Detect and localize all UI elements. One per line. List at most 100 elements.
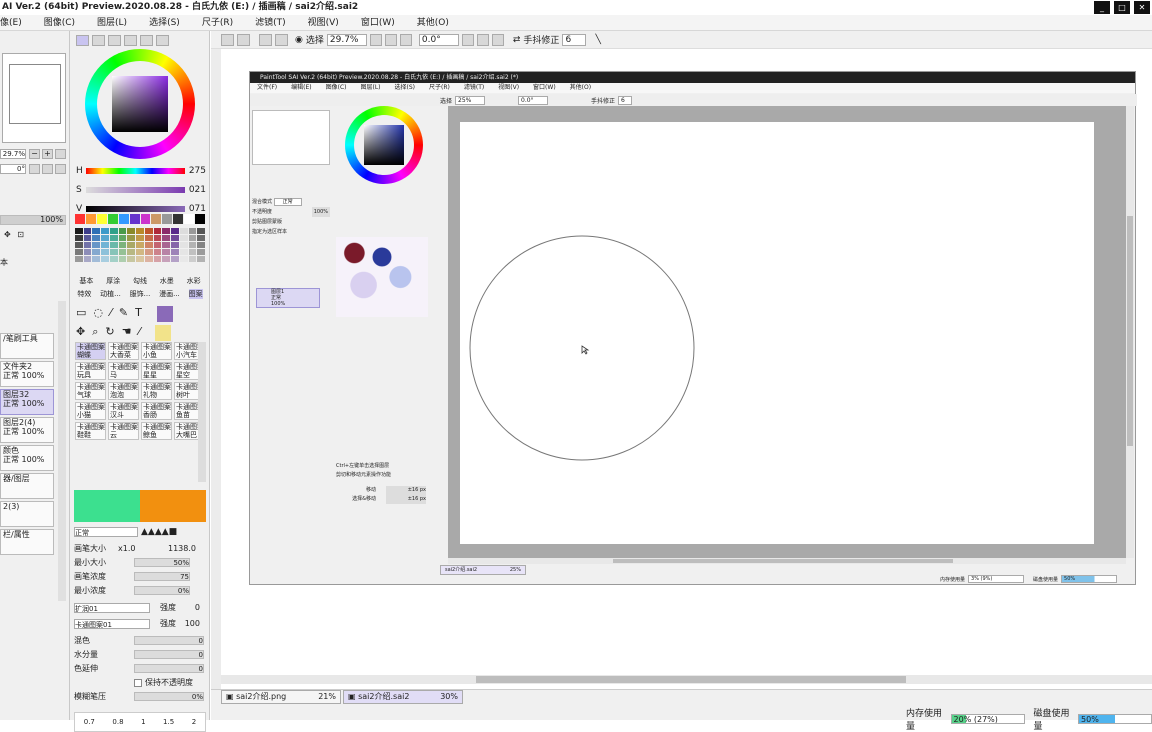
rect-select-icon[interactable]: ▭ <box>76 306 86 322</box>
inner-layer-item[interactable]: 图层1 正常 100% <box>256 288 320 308</box>
color-swatch[interactable] <box>140 214 151 224</box>
color-wheel[interactable] <box>85 49 195 159</box>
inner-document-tab[interactable]: sai2介绍.sai2 25% <box>440 565 526 575</box>
minimize-button[interactable]: _ <box>1094 1 1110 14</box>
maximize-button[interactable]: □ <box>1114 1 1130 14</box>
palette-swatch[interactable] <box>144 228 153 234</box>
inner-clip-label[interactable]: 剪贴图层蒙版 <box>252 217 330 227</box>
color-swatch[interactable] <box>75 214 85 224</box>
palette-swatch[interactable] <box>83 256 92 262</box>
palette-swatch[interactable] <box>144 256 153 262</box>
palette-swatch[interactable] <box>118 249 127 255</box>
preset-size[interactable]: 1 <box>141 718 145 726</box>
color-swatch[interactable] <box>162 214 173 224</box>
magic-wand-icon[interactable]: ⁄ <box>110 306 112 322</box>
palette-swatch[interactable] <box>75 235 83 241</box>
water-slider[interactable]: 0 <box>134 650 204 659</box>
min-density-slider[interactable]: 0% <box>134 586 190 595</box>
invert-select-button[interactable] <box>275 33 288 46</box>
menu-view[interactable]: 视图(V) <box>297 15 350 30</box>
palette-swatch[interactable] <box>75 228 83 234</box>
palette-swatch[interactable] <box>136 249 144 255</box>
rotate-right-button[interactable] <box>42 164 53 174</box>
palette-swatch[interactable] <box>136 256 144 262</box>
inner-menu-item[interactable]: 选择(S) <box>388 83 423 93</box>
texture2-select[interactable]: 卡通图案01 <box>74 618 150 629</box>
lasso-icon[interactable]: ◌ <box>93 306 103 322</box>
palette-swatch[interactable] <box>162 242 171 248</box>
palette-swatch[interactable] <box>179 249 188 255</box>
palette-swatch[interactable] <box>75 256 83 262</box>
navigator-preview[interactable] <box>2 53 66 143</box>
brush-item[interactable]: 卡通图案泡泡 <box>108 382 139 400</box>
zoom-out-button[interactable]: − <box>29 149 40 159</box>
menu-ruler[interactable]: 尺子(R) <box>191 15 244 30</box>
palette-swatch[interactable] <box>179 256 188 262</box>
palette-swatch[interactable] <box>127 242 136 248</box>
inner-angle-field[interactable]: 0.0° <box>518 95 549 105</box>
color-swatch[interactable] <box>85 214 96 224</box>
blur-slider[interactable]: 0% <box>134 692 204 701</box>
inner-menu-item[interactable]: 编辑(E) <box>284 83 318 93</box>
brush-item[interactable]: 卡通图案气球 <box>75 382 106 400</box>
brush-shape-icons[interactable]: ▲▲▲▲■ <box>141 527 177 537</box>
palette-swatch[interactable] <box>83 249 92 255</box>
palette-swatch[interactable] <box>101 249 109 255</box>
menu-layer[interactable]: 图层(L) <box>86 15 138 30</box>
palette-swatch[interactable] <box>162 249 171 255</box>
brush-item[interactable]: 卡通图案星星 <box>141 362 172 380</box>
layer-item[interactable]: 2(3) <box>0 501 54 527</box>
zoom-in-button[interactable]: + <box>42 149 53 159</box>
brush-item[interactable]: 卡通图案云 <box>108 422 139 440</box>
palette-swatch[interactable] <box>83 228 92 234</box>
tab-ink[interactable]: 水墨 <box>160 276 174 286</box>
tab-lineart[interactable]: 勾线 <box>133 276 147 286</box>
inner-navigator[interactable] <box>252 110 330 165</box>
palette-swatch[interactable] <box>153 242 162 248</box>
layer-panel-scrollbar[interactable] <box>58 301 66 601</box>
brush-item[interactable]: 卡通图案鞋鞋 <box>75 422 106 440</box>
palette-swatch[interactable] <box>197 228 205 234</box>
scratch-mode-button[interactable] <box>156 35 169 46</box>
palette-swatch[interactable] <box>109 249 118 255</box>
size-mult[interactable]: x1.0 <box>118 544 148 553</box>
palette-swatch[interactable] <box>75 242 83 248</box>
palette-swatch[interactable] <box>109 256 118 262</box>
hsv-mode-button[interactable] <box>108 35 121 46</box>
menu-select[interactable]: 选择(S) <box>138 15 191 30</box>
texture2-value[interactable]: 100 <box>180 619 200 628</box>
palette-swatch[interactable] <box>171 242 179 248</box>
palette-swatch[interactable] <box>118 242 127 248</box>
color-swatch[interactable] <box>107 214 118 224</box>
flip-icon[interactable]: ⇄ <box>513 35 521 45</box>
brush-item[interactable]: 卡通图案蝴蝶 <box>75 342 106 360</box>
palette-swatch[interactable] <box>171 228 179 234</box>
inner-menu-item[interactable]: 其他(O) <box>563 83 598 93</box>
palette-swatch[interactable] <box>75 249 83 255</box>
palette-swatch[interactable] <box>188 249 197 255</box>
tab-manga[interactable]: 漫画... <box>159 289 180 299</box>
primary-color-swatch[interactable] <box>156 306 173 322</box>
hue-slider[interactable] <box>85 168 185 174</box>
color-swatch[interactable] <box>195 214 206 224</box>
palette-swatch[interactable] <box>197 235 205 241</box>
inner-menu-item[interactable]: 视图(V) <box>491 83 526 93</box>
sv-square[interactable] <box>112 76 168 132</box>
palette-swatch[interactable] <box>127 256 136 262</box>
inner-menu-item[interactable]: 图像(C) <box>319 83 354 93</box>
keep-opacity-checkbox[interactable] <box>134 678 142 687</box>
inner-select-source-label[interactable]: 指定为选区样本 <box>252 227 330 237</box>
value-slider[interactable] <box>85 206 185 212</box>
swatch-mode-button[interactable] <box>140 35 153 46</box>
palette-swatch[interactable] <box>179 235 188 241</box>
inner-blend-value[interactable]: 正常 <box>273 198 302 206</box>
rotate-left-button[interactable] <box>461 33 474 46</box>
palette-swatch[interactable] <box>92 249 101 255</box>
palette-swatch[interactable] <box>197 242 205 248</box>
preset-size[interactable]: 0.7 <box>84 718 95 726</box>
palette-swatch[interactable] <box>188 228 197 234</box>
brush-item[interactable]: 卡通图案汉斗 <box>108 402 139 420</box>
line-tool-icon[interactable]: ╲ <box>595 35 600 45</box>
palette-swatch[interactable] <box>179 228 188 234</box>
menu-image[interactable]: 图像(C) <box>33 15 86 30</box>
